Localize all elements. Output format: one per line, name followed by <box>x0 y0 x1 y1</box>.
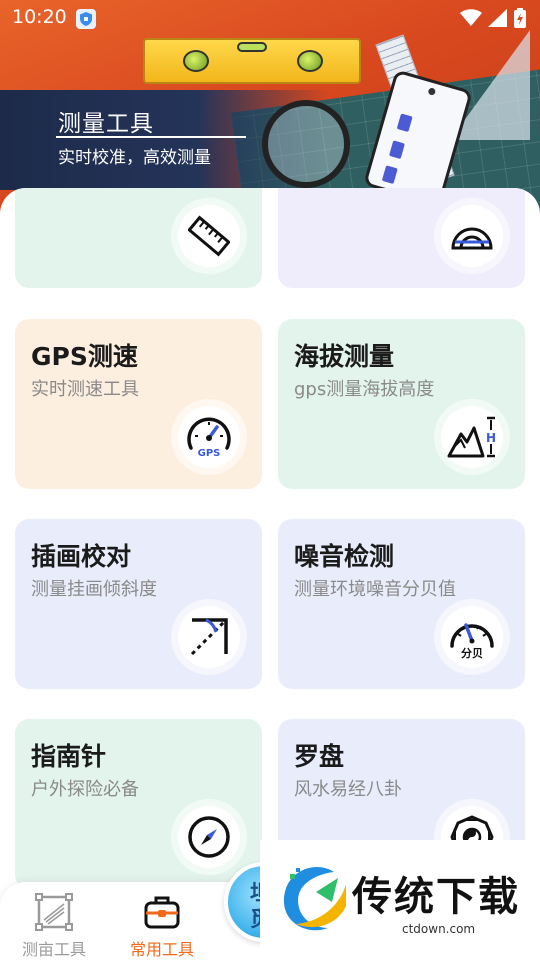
level-bubble <box>297 50 323 72</box>
battery-icon <box>514 8 526 28</box>
nav-item-common-tools[interactable]: 常用工具 <box>112 888 212 959</box>
tool-card-altitude[interactable]: 海拔测量 gps测量海拔高度 H <box>278 319 525 489</box>
phone-camera <box>427 87 437 96</box>
status-time: 10:20 <box>12 6 67 28</box>
magnifier-illustration <box>262 100 350 188</box>
nav-label: 测亩工具 <box>21 940 86 959</box>
tool-card-subtitle: 测量环境噪音分贝值 <box>294 579 456 600</box>
tool-card-title: 插画校对 <box>31 542 132 571</box>
tool-card-gps-speed[interactable]: GPS测速 实时测速工具 GPS <box>15 319 262 489</box>
tool-card-subtitle: 实时测速工具 <box>31 379 139 400</box>
phone-ui-block <box>389 140 405 159</box>
tool-card-picture-level[interactable]: 插画校对 测量挂画倾斜度 <box>15 519 262 689</box>
signal-icon <box>488 9 507 27</box>
hero-banner: 10:20 测量工具 实时校准，高效测量 <box>0 0 540 215</box>
ctdown-logo-icon <box>283 867 346 931</box>
tool-card-subtitle: 测量挂画倾斜度 <box>31 579 157 600</box>
mountain-height-icon: H <box>441 406 503 468</box>
banner-divider <box>56 136 246 138</box>
level-bubble <box>183 50 209 72</box>
gps-label: GPS <box>198 448 221 459</box>
phone-ui-block <box>381 165 398 184</box>
protractor-icon <box>441 205 503 267</box>
spirit-level-illustration <box>143 38 361 84</box>
tool-card-title: 噪音检测 <box>294 542 395 571</box>
banner-title: 测量工具 <box>58 111 154 137</box>
tool-card-title: GPS测速 <box>31 342 138 371</box>
tool-card-compass[interactable]: 指南针 户外探险必备 <box>15 719 262 889</box>
tool-card-title: 海拔测量 <box>294 342 395 371</box>
phone-ui-block <box>396 113 413 133</box>
status-bar: 10:20 <box>0 0 540 36</box>
speedometer-gps-icon: GPS <box>178 406 240 468</box>
compass-icon <box>178 806 240 868</box>
banner-subtitle: 实时校准，高效测量 <box>58 148 211 168</box>
decibel-label: 分贝 <box>461 646 483 660</box>
tool-card-title: 罗盘 <box>294 742 345 771</box>
tool-card-protractor[interactable] <box>278 188 525 288</box>
angle-icon <box>178 606 240 668</box>
tool-card-subtitle: 户外探险必备 <box>31 779 139 800</box>
wifi-icon <box>460 9 482 26</box>
nav-label: 常用工具 <box>129 940 194 959</box>
tool-card-noise[interactable]: 噪音检测 测量环境噪音分贝值 分贝 <box>278 519 525 689</box>
ruler-icon <box>178 205 240 267</box>
watermark-title: 传统下载 <box>352 874 520 920</box>
nav-item-field-measure[interactable]: 测亩工具 <box>4 888 104 959</box>
shield-icon <box>76 9 96 29</box>
field-measure-icon <box>35 893 73 931</box>
tool-card-title: 指南针 <box>31 742 107 771</box>
toolbox-icon <box>144 896 180 929</box>
watermark-url: ctdown.com <box>402 922 476 936</box>
tool-card-subtitle: 风水易经八卦 <box>294 779 402 800</box>
status-icons <box>460 8 526 28</box>
watermark-overlay: 传统下载 ctdown.com <box>260 840 540 960</box>
decibel-meter-icon: 分贝 <box>441 606 503 668</box>
tool-card-ruler[interactable] <box>15 188 262 288</box>
height-label: H <box>486 431 496 445</box>
tool-card-subtitle: gps测量海拔高度 <box>294 379 435 400</box>
level-vial <box>237 42 267 52</box>
